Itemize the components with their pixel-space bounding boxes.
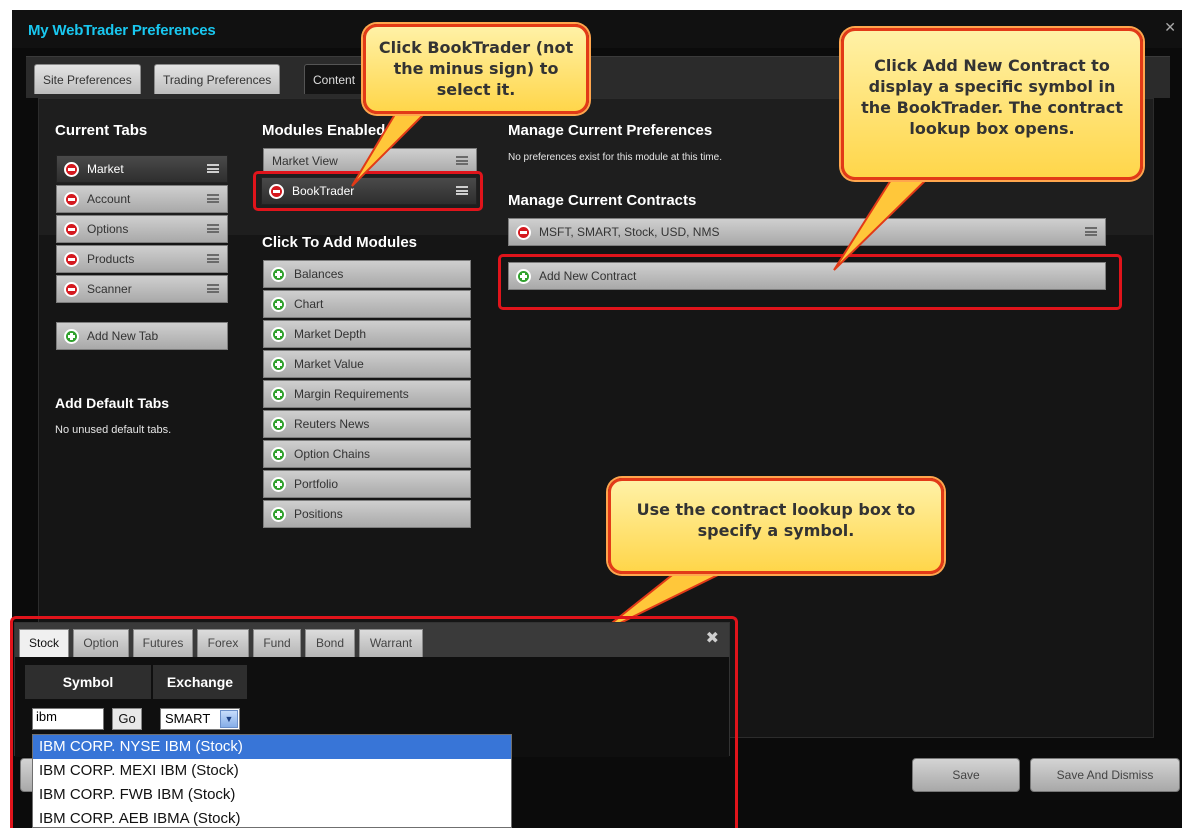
result-item[interactable]: IBM CORP. MEXI IBM (Stock) bbox=[33, 759, 511, 783]
booktrader-pointer bbox=[351, 105, 435, 187]
booktrader-callout-text: Click BookTrader (not the minus sign) to… bbox=[378, 38, 574, 99]
lookup-callout: Use the contract lookup box to specify a… bbox=[608, 478, 944, 574]
add-contract-callout-text: Click Add New Contract to display a spec… bbox=[861, 56, 1123, 138]
result-item[interactable]: IBM CORP. AEB IBMA (Stock) bbox=[33, 807, 511, 828]
lookup-callout-text: Use the contract lookup box to specify a… bbox=[636, 500, 916, 540]
symbol-results-dropdown: IBM CORP. NYSE IBM (Stock) IBM CORP. MEX… bbox=[32, 734, 512, 828]
booktrader-callout: Click BookTrader (not the minus sign) to… bbox=[363, 24, 589, 114]
add-contract-pointer bbox=[833, 171, 937, 271]
result-item[interactable]: IBM CORP. NYSE IBM (Stock) bbox=[33, 735, 511, 759]
add-contract-callout: Click Add New Contract to display a spec… bbox=[841, 28, 1143, 180]
result-item[interactable]: IBM CORP. FWB IBM (Stock) bbox=[33, 783, 511, 807]
